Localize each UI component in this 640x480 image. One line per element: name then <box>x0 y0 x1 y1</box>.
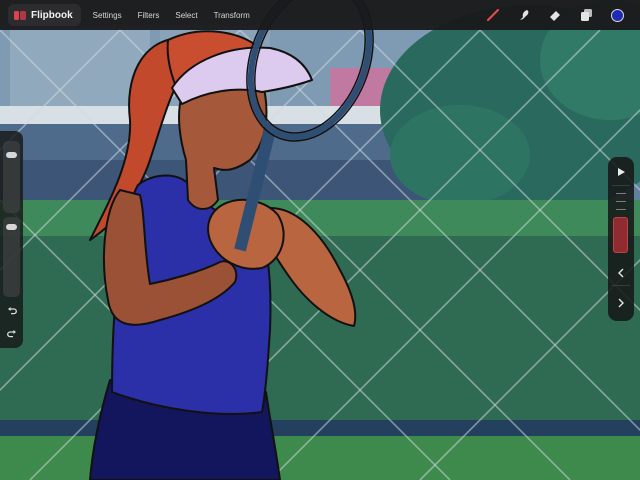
divider <box>612 185 630 186</box>
eraser-icon <box>550 11 560 21</box>
undo-button[interactable] <box>4 305 19 317</box>
frame-tick[interactable] <box>616 201 626 202</box>
frame-tick[interactable] <box>616 193 626 194</box>
play-icon <box>618 168 625 176</box>
eraser-tool[interactable] <box>546 6 564 24</box>
flipbook-logo-icon <box>14 10 26 20</box>
chevron-right-icon <box>618 298 624 308</box>
top-menu: Settings Filters Select Transform <box>85 11 258 20</box>
brush-tool[interactable] <box>484 6 502 24</box>
left-sidebar <box>0 131 23 348</box>
active-color-swatch <box>610 8 624 22</box>
redo-icon <box>6 330 16 338</box>
menu-transform[interactable]: Transform <box>206 11 258 20</box>
menu-select[interactable]: Select <box>167 11 205 20</box>
current-frame[interactable] <box>613 217 628 253</box>
app-title: Flipbook <box>31 9 73 21</box>
brush-size-slider[interactable] <box>3 141 20 213</box>
smudge-icon <box>520 10 529 20</box>
menu-filters[interactable]: Filters <box>130 11 168 20</box>
brush-size-thumb[interactable] <box>6 151 17 158</box>
layers-tool[interactable] <box>577 6 595 24</box>
chevron-left-icon <box>618 268 624 278</box>
layers-icon <box>581 9 592 21</box>
drawing-canvas[interactable] <box>0 0 640 480</box>
undo-icon <box>7 307 17 315</box>
previous-frame-button[interactable] <box>612 265 630 281</box>
opacity-thumb[interactable] <box>6 224 17 231</box>
next-frame-button[interactable] <box>612 295 630 311</box>
right-sidebar <box>608 157 634 321</box>
frame-tick[interactable] <box>616 209 626 210</box>
tool-group <box>484 0 626 30</box>
smudge-tool[interactable] <box>515 6 533 24</box>
top-toolbar: Flipbook Settings Filters Select Transfo… <box>0 0 640 30</box>
color-picker[interactable] <box>608 6 626 24</box>
divider <box>612 285 630 286</box>
brush-icon <box>486 8 500 22</box>
play-button[interactable] <box>612 164 630 180</box>
gallery-button[interactable]: Flipbook <box>8 4 81 26</box>
opacity-slider[interactable] <box>3 217 20 297</box>
menu-settings[interactable]: Settings <box>85 11 130 20</box>
redo-button[interactable] <box>4 328 19 340</box>
